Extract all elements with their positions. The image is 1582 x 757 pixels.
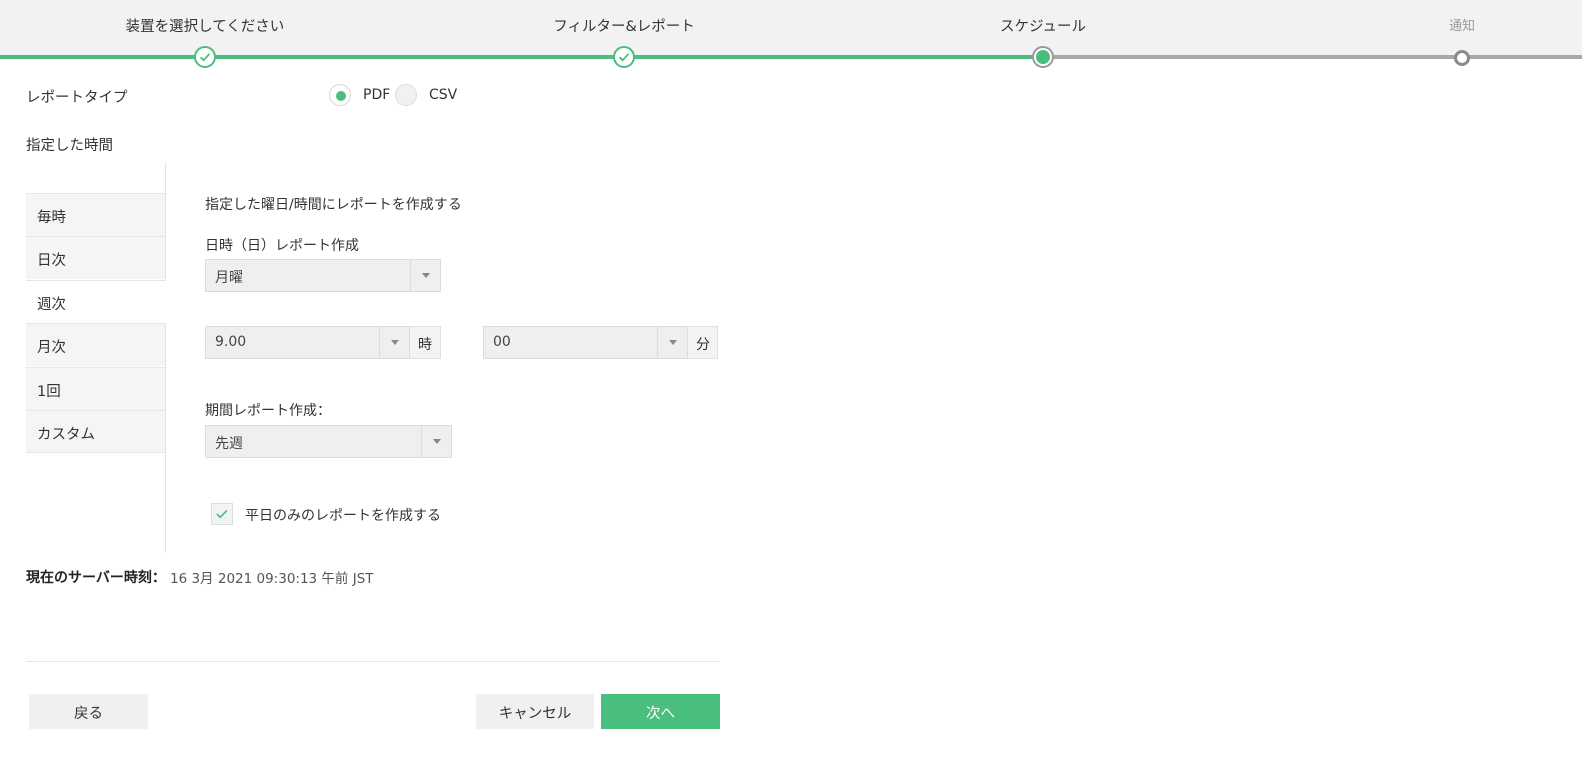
chevron-down-icon[interactable]: [657, 327, 687, 358]
server-time-label: 現在のサーバー時刻：: [26, 570, 166, 586]
tab-daily[interactable]: 日次: [26, 236, 165, 279]
period-value: 先週: [215, 436, 243, 452]
hour-value: 9.00: [215, 334, 247, 350]
radio-csv-label[interactable]: CSV: [429, 87, 457, 103]
hour-select[interactable]: 9.00: [205, 326, 410, 359]
schedule-section-label: 指定した時間: [26, 138, 113, 154]
period-label: 期間レポート作成：: [205, 403, 331, 419]
day-of-week-label: 日時（日）レポート作成: [205, 238, 359, 254]
tab-hourly[interactable]: 毎時: [26, 193, 165, 236]
step-3-current-dot-icon: [1032, 46, 1054, 68]
tab-once[interactable]: 1回: [26, 367, 165, 410]
next-button[interactable]: 次へ: [601, 694, 720, 729]
footer-divider: [26, 661, 720, 662]
hour-unit: 時: [410, 326, 441, 359]
minute-unit: 分: [688, 326, 718, 359]
minute-value: 00: [493, 334, 511, 350]
chevron-down-icon[interactable]: [421, 426, 451, 457]
day-of-week-select[interactable]: 月曜: [205, 259, 441, 292]
weekly-description: 指定した曜日/時間にレポートを作成する: [205, 197, 462, 213]
cancel-button[interactable]: キャンセル: [476, 694, 594, 729]
chevron-down-icon[interactable]: [410, 260, 440, 291]
back-button[interactable]: 戻る: [29, 694, 148, 729]
step-2-complete-check-icon[interactable]: [613, 46, 635, 68]
weekdays-only-label[interactable]: 平日のみのレポートを作成する: [245, 505, 441, 525]
schedule-frequency-tabs: 毎時 日次 週次 月次 1回 カスタム: [26, 163, 166, 553]
chevron-down-icon[interactable]: [379, 327, 409, 358]
wizard-stepper: 装置を選択してください フィルター&レポート スケジュール 通知: [0, 0, 1582, 68]
stepper-progress-line: [0, 55, 1043, 59]
step-label-select-device: 装置を選択してください: [125, 19, 285, 35]
step-1-complete-check-icon[interactable]: [194, 46, 216, 68]
server-time-value: 16 3月 2021 09:30:13 午前 JST: [170, 571, 374, 587]
tab-monthly[interactable]: 月次: [26, 323, 165, 366]
minute-select[interactable]: 00: [483, 326, 688, 359]
tab-weekly[interactable]: 週次: [26, 280, 166, 323]
radio-pdf[interactable]: [329, 84, 351, 106]
stepper-remaining-line: [1043, 55, 1582, 59]
radio-pdf-label[interactable]: PDF: [363, 87, 390, 103]
tab-custom[interactable]: カスタム: [26, 410, 165, 453]
weekdays-only-checkbox[interactable]: [211, 503, 233, 525]
report-type-label: レポートタイプ: [26, 90, 128, 106]
day-of-week-value: 月曜: [215, 270, 243, 286]
step-label-filter-report: フィルター&レポート: [553, 19, 695, 35]
period-select[interactable]: 先週: [205, 425, 452, 458]
step-label-schedule: スケジュール: [1000, 19, 1086, 35]
step-4-pending-dot-icon: [1454, 50, 1470, 66]
step-label-notification: 通知: [1448, 19, 1476, 34]
radio-csv[interactable]: [395, 84, 417, 106]
